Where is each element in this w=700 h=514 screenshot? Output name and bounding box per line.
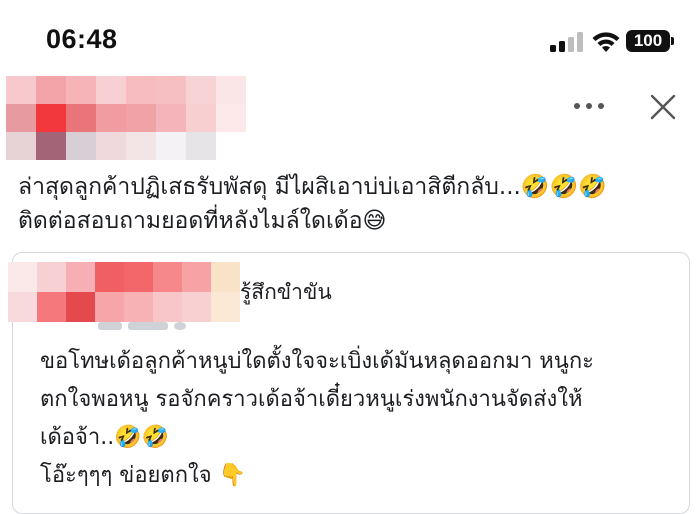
close-icon[interactable]: [648, 92, 678, 122]
battery-icon: 100: [626, 30, 674, 52]
signal-icon: [550, 32, 584, 52]
shared-post-text: ขอโทษเด้อลูกค้าหนูบ่ใดตั้งใจจะเบิ่งเด้มั…: [40, 343, 680, 495]
shared-post-meta: [98, 322, 208, 334]
post-text: ล่าสุดลูกค้าปฏิเสธรับพัสดุ มีไผสิเอาบ่บ่…: [18, 170, 688, 238]
shared-post-feeling: รู้สึกขำขัน: [240, 280, 332, 304]
shared-post-line-4: โอ๊ะๆๆๆ ข่อยตกใจ 👇: [40, 463, 247, 488]
shared-post-line-3: เด้อจ้า..🤣🤣: [40, 425, 170, 450]
shared-post-line-1: ขอโทษเด้อลูกค้าหนูบ่ใดตั้งใจจะเบิ่งเด้มั…: [40, 349, 594, 374]
post-text-line-1: ล่าสุดลูกค้าปฏิเสธรับพัสดุ มีไผสิเอาบ่บ่…: [18, 174, 607, 200]
wifi-icon: [592, 32, 620, 52]
status-time: 06:48: [46, 24, 118, 54]
shared-post-line-2: ตกใจพอหนู รอจักคราวเด้อจ้าเดี๋ยวหนูเร่งพ…: [40, 387, 583, 412]
post-text-line-2: ติดต่อสอบถามยอดที่หลังไมล์ใดเด้อ😅: [18, 208, 387, 234]
pixelated-avatar[interactable]: [6, 76, 246, 160]
status-bar: 06:48 100: [0, 0, 700, 80]
post-header: [0, 76, 700, 166]
shared-post-pixelated-avatar[interactable]: [8, 262, 240, 322]
more-options-icon[interactable]: [572, 100, 606, 112]
